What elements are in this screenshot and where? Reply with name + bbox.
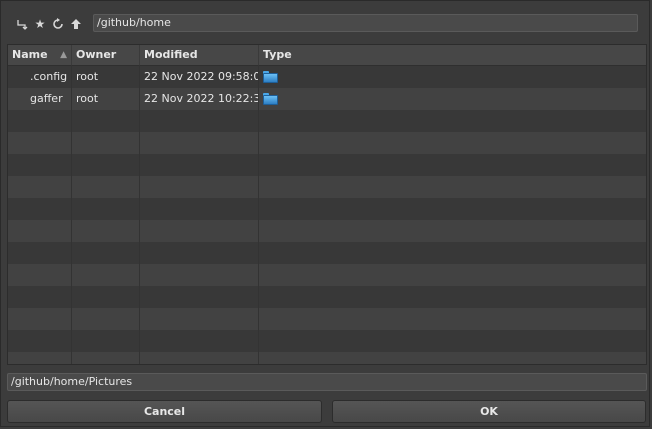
path-input[interactable]: /github/home [93,14,638,32]
column-header-owner[interactable]: Owner [72,45,140,65]
refresh-icon[interactable] [51,16,65,32]
cell-type [259,66,359,88]
file-list[interactable]: Name ▲ Owner Modified Type .config root … [7,44,647,365]
column-header-name[interactable]: Name ▲ [8,45,72,65]
cancel-button[interactable]: Cancel [7,400,322,423]
toolbar: ★ [15,15,83,33]
empty-row [8,264,646,286]
empty-row [8,176,646,198]
column-header-modified[interactable]: Modified [140,45,259,65]
empty-row [8,154,646,176]
up-arrow-icon[interactable] [69,16,83,32]
column-divider [139,65,140,364]
column-divider [71,65,72,364]
column-header-label: Modified [144,48,198,61]
empty-row [8,330,646,352]
cell-name: .config [30,70,68,83]
file-dialog: ★ /github/home Name ▲ Owner Modified Typ… [0,0,650,427]
table-row[interactable]: gaffer root 22 Nov 2022 10:22:37 [8,88,646,110]
column-header-label: Name [12,48,48,61]
cell-owner: root [76,70,99,83]
table-body: .config root 22 Nov 2022 09:58:09 gaffer… [8,66,646,364]
folder-icon [263,93,278,105]
table-header: Name ▲ Owner Modified Type [8,45,646,66]
column-header-label: Owner [76,48,117,61]
ok-button[interactable]: OK [332,400,646,423]
empty-row [8,286,646,308]
empty-row [8,132,646,154]
empty-row [8,352,646,364]
column-divider [258,65,259,364]
column-header-label: Type [263,48,292,61]
column-header-type[interactable]: Type [259,45,646,65]
cell-type [259,88,359,110]
cell-modified: 22 Nov 2022 09:58:09 [144,70,259,83]
empty-row [8,110,646,132]
empty-row [8,242,646,264]
filename-input[interactable]: /github/home/Pictures [7,373,647,391]
table-row[interactable]: .config root 22 Nov 2022 09:58:09 [8,66,646,88]
cell-name: gaffer [30,92,63,105]
bookmarks-up-icon[interactable] [15,16,29,32]
empty-row [8,198,646,220]
empty-row [8,220,646,242]
star-icon[interactable]: ★ [33,16,47,32]
cell-owner: root [76,92,99,105]
folder-icon [263,71,278,83]
sort-ascending-icon: ▲ [60,50,67,60]
empty-row [8,308,646,330]
cell-modified: 22 Nov 2022 10:22:37 [144,92,259,105]
